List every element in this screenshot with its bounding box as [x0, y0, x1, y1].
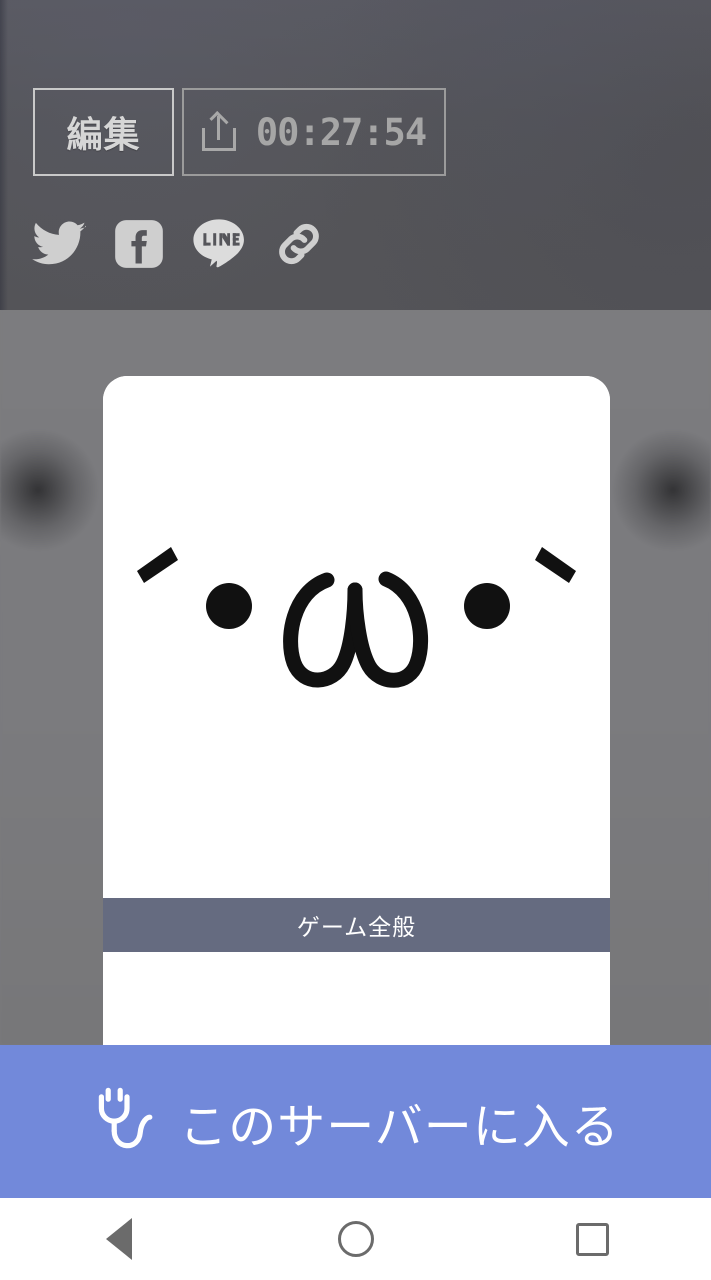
share-upload-icon: [201, 110, 236, 151]
nav-home-button[interactable]: [296, 1198, 416, 1280]
category-label-bar[interactable]: ゲーム全般: [103, 898, 610, 952]
timer-value: 00:27:54: [255, 110, 427, 154]
twitter-bird-icon: [32, 221, 86, 267]
avatar-section: ゲーム全般: [0, 310, 711, 1045]
triangle-back-icon: [105, 1218, 132, 1260]
social-share-row: [32, 215, 326, 273]
join-server-label: このサーバーに入る: [179, 1100, 620, 1154]
line-share-button[interactable]: [192, 215, 246, 273]
edit-button[interactable]: 編集: [33, 88, 174, 176]
nav-back-button[interactable]: [59, 1198, 179, 1280]
nav-recents-button[interactable]: [533, 1198, 653, 1280]
share-timer-button[interactable]: 00:27:54: [182, 88, 446, 176]
circle-home-icon: [337, 1221, 374, 1257]
top-header-panel: 編集 00:27:54: [0, 0, 711, 310]
join-server-button[interactable]: このサーバーに入る: [0, 1045, 711, 1198]
facebook-share-button[interactable]: [112, 215, 166, 273]
kaomoji-face-image: [103, 376, 610, 883]
line-icon: [191, 217, 247, 271]
android-navigation-bar: [0, 1198, 711, 1280]
square-recents-icon: [576, 1222, 609, 1256]
copy-link-button[interactable]: [272, 215, 326, 273]
edit-button-label: 編集: [66, 114, 141, 155]
category-label-text: ゲーム全般: [296, 914, 417, 940]
header-action-row: 編集 00:27:54: [33, 88, 446, 176]
app-screen: 編集 00:27:54 ゲーム全般 このサーバーに入る: [0, 0, 711, 1280]
twitter-share-button[interactable]: [32, 215, 86, 273]
link-chain-icon: [272, 217, 326, 271]
power-plug-icon: [91, 1086, 153, 1158]
facebook-icon: [113, 218, 165, 270]
